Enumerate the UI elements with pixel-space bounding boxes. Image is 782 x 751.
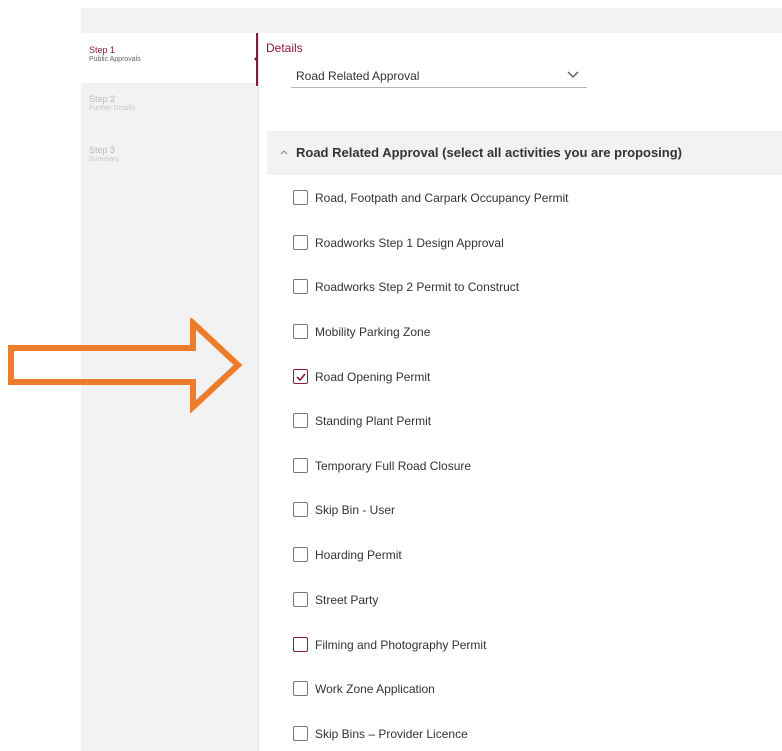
option-label: Work Zone Application (315, 682, 435, 696)
checkbox[interactable] (293, 592, 308, 607)
sidebar-step-3[interactable]: Step 3 Summary (89, 145, 119, 163)
sidebar-step-1[interactable]: Step 1 Public Approvals (89, 45, 141, 63)
checkbox[interactable] (293, 458, 308, 473)
checkmark-icon (296, 373, 306, 382)
checkbox[interactable] (293, 279, 308, 294)
option-label: Mobility Parking Zone (315, 325, 431, 339)
checkbox[interactable] (293, 369, 308, 384)
option-label: Hoarding Permit (315, 548, 402, 562)
option-label: Standing Plant Permit (315, 414, 432, 428)
option-label: Filming and Photography Permit (315, 638, 487, 652)
details-label: Details (266, 41, 303, 55)
option-label: Skip Bin - User (315, 503, 396, 517)
section-title: Road Related Approval (select all activi… (296, 145, 683, 160)
checkbox[interactable] (293, 547, 308, 562)
option-label: Roadworks Step 1 Design Approval (315, 236, 504, 250)
checkbox[interactable] (293, 726, 308, 741)
step-title: Step 3 (89, 145, 116, 155)
chevron-down-icon (567, 71, 579, 78)
option-label: Temporary Full Road Closure (315, 459, 472, 473)
chevron-up-icon (280, 150, 288, 155)
top-bar (81, 8, 782, 33)
checkbox[interactable] (293, 235, 308, 250)
checkbox[interactable] (293, 637, 308, 652)
option-label: Roadworks Step 2 Permit to Construct (315, 280, 520, 294)
step-subtitle: Public Approvals (89, 56, 141, 63)
option-label: Road Opening Permit (315, 370, 431, 384)
step-title: Step 2 (89, 94, 116, 104)
sidebar-step-2[interactable]: Step 2 Further Details (89, 94, 135, 112)
checkbox[interactable] (293, 413, 308, 428)
option-label: Street Party (315, 593, 379, 607)
option-label: Skip Bins – Provider Licence (315, 727, 468, 741)
checkbox[interactable] (293, 190, 308, 205)
active-step-notch (254, 55, 258, 63)
checkbox[interactable] (293, 681, 308, 696)
select-value: Road Related Approval (296, 69, 420, 83)
option-label: Road, Footpath and Carpark Occupancy Per… (315, 191, 569, 205)
arrow-right-icon (8, 318, 243, 413)
step-subtitle: Further Details (89, 105, 135, 112)
step-title: Step 1 (89, 45, 116, 55)
approval-type-select[interactable]: Road Related Approval (291, 63, 587, 88)
step-subtitle: Summary (89, 156, 119, 163)
section-header[interactable]: Road Related Approval (select all activi… (267, 131, 782, 175)
checkbox[interactable] (293, 324, 308, 339)
checkbox[interactable] (293, 502, 308, 517)
